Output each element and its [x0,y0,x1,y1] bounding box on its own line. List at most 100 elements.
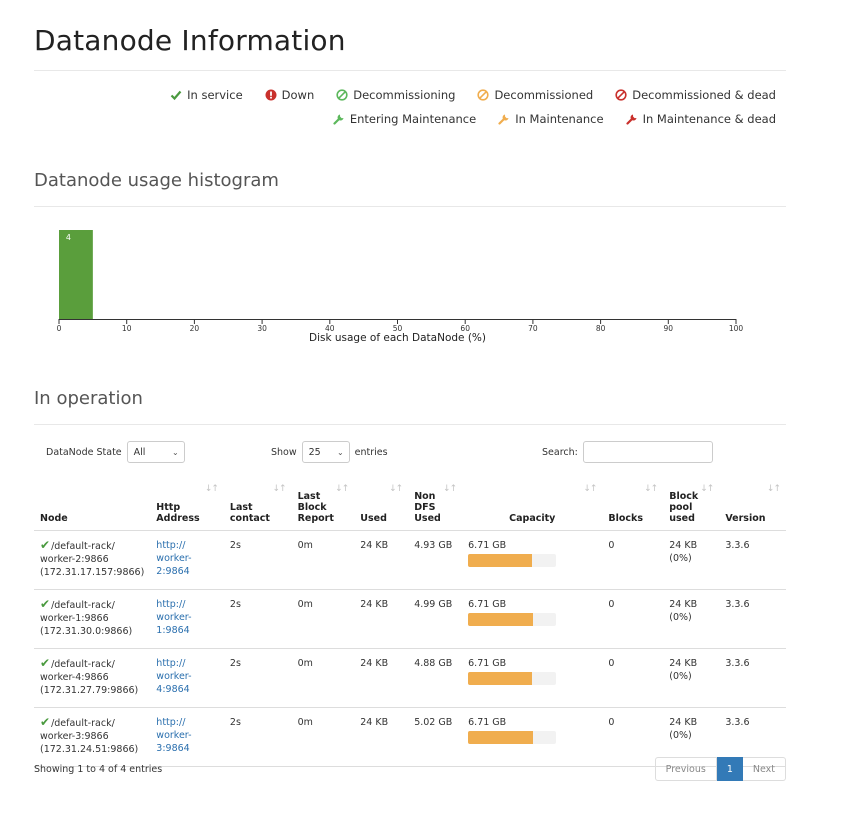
search-input[interactable] [582,441,713,463]
x-tick-label: 70 [528,324,538,333]
search-label: Search: [542,446,578,458]
column-header-node[interactable]: Node [34,478,151,531]
block-pool-used-value: 24 KB [669,540,698,551]
datanode-state-control: DataNode State All ⌄ [46,440,185,464]
x-tick-label: 20 [190,324,200,333]
column-header-non-dfs-used[interactable]: Non DFS Used ↓↑ [408,478,463,531]
node-cell: ✔/default-rack/worker-2:9866 (172.31.17.1… [34,530,151,590]
non-dfs-used-cell: 4.93 GB [408,530,463,590]
page-1-button[interactable]: 1 [716,757,743,781]
node-rack: /default-rack/ [51,541,115,552]
check-icon: ✔ [40,715,51,729]
exclamation-circle-icon [265,89,277,101]
http-host: worker-3:9864 [156,730,192,754]
capacity-bar-fill [468,554,533,567]
pagination: Previous 1 Next [654,757,786,781]
page-length-value: 25 [308,446,321,458]
last-contact-cell: 2s [223,589,292,649]
capacity-cell: 6.71 GB [462,589,603,649]
column-header-block-pool-used[interactable]: Block pool used ↓↑ [663,478,720,531]
column-header-capacity[interactable]: Capacity ↓↑ [462,478,603,531]
x-tick-label: 90 [664,324,674,333]
node-ip: (172.31.24.51:9866) [40,744,139,755]
http-scheme: http:// [156,540,186,551]
node-cell: ✔/default-rack/worker-4:9866 (172.31.27.7… [34,648,151,708]
legend-label: In service [187,88,243,102]
wrench-icon [498,113,510,125]
block-pool-used-pct: (0%) [669,612,692,623]
table-info: Showing 1 to 4 of 4 entries [34,764,163,775]
search-control: Search: [542,440,713,464]
histogram-divider [34,206,786,207]
http-address-link[interactable]: http:// worker-1:9864 [156,599,191,636]
node-host: worker-1:9866 [40,613,109,624]
http-address-cell: http:// worker-4:9864 [150,648,224,708]
capacity-value: 6.71 GB [468,540,507,551]
legend-label: Entering Maintenance [349,112,477,126]
blocks-cell: 0 [602,589,664,649]
last-block-report-cell: 0m [291,707,355,767]
datanode-state-label: DataNode State [46,446,122,458]
page-title: Datanode Information [34,24,346,57]
table-controls: DataNode State All ⌄ Show 25 ⌄ entries S… [34,440,786,466]
table-header-row: Node Http Address ↓↑ Last contact ↓↑ Last Blo… [34,478,786,531]
node-cell: ✔/default-rack/worker-3:9866 (172.31.24.5… [34,707,151,767]
show-label: Show [271,446,297,458]
legend-label: In Maintenance [515,112,604,126]
page-length-control: Show 25 ⌄ entries [271,440,388,464]
column-header-label: Last Block Report [297,491,334,524]
last-contact-cell: 2s [223,530,292,590]
x-axis-label: Disk usage of each DataNode (%) [309,332,486,344]
datanode-state-value: All [133,446,146,458]
block-pool-used-value: 24 KB [669,658,698,669]
column-header-last-block-report[interactable]: Last Block Report ↓↑ [291,478,355,531]
legend-label: Decommissioning [353,88,456,102]
sort-icon: ↓↑ [583,484,597,494]
column-header-label: Http Address [156,502,200,524]
column-header-label: Block pool used [669,491,699,524]
http-address-link[interactable]: http:// worker-4:9864 [156,658,191,695]
legend-label: Decommissioned [494,88,594,102]
check-icon: ✔ [40,656,51,670]
http-address-link[interactable]: http:// worker-3:9864 [156,717,191,754]
datanode-state-select[interactable]: All ⌄ [126,441,185,463]
column-header-label: Capacity [509,513,556,524]
column-header-label: Non DFS Used [414,491,441,524]
page-length-select[interactable]: 25 ⌄ [301,441,350,463]
block-pool-used-cell: 24 KB (0%) [663,648,720,708]
column-header-last-contact[interactable]: Last contact ↓↑ [223,478,292,531]
previous-page-button[interactable]: Previous [654,757,717,781]
http-scheme: http:// [156,658,186,669]
legend-item-down: Down [265,88,314,102]
legend-item-decommissioned: Decommissioned [477,88,593,102]
sort-icon: ↓↑ [766,484,781,494]
legend-item-entering-maintenance: Entering Maintenance [333,112,476,126]
column-header-version[interactable]: Version ↓↑ [719,478,786,531]
http-address-link[interactable]: http:// worker-2:9864 [156,540,191,577]
table-body: ✔/default-rack/worker-2:9866 (172.31.17.1… [34,530,786,767]
x-tick-label: 100 [729,324,744,333]
x-tick-label: 0 [57,324,62,333]
node-cell: ✔/default-rack/worker-1:9866 (172.31.30.0… [34,589,151,649]
capacity-bar-fill [468,672,533,685]
sort-icon: ↓↑ [443,484,457,494]
legend-label: In Maintenance & dead [642,112,776,126]
legend-item-in-maintenance-dead: In Maintenance & dead [625,112,776,126]
http-host: worker-1:9864 [156,612,192,636]
check-icon [170,89,182,101]
block-pool-used-pct: (0%) [669,553,692,564]
node-ip: (172.31.27.79:9866) [40,685,139,696]
column-header-blocks[interactable]: Blocks ↓↑ [602,478,664,531]
last-contact-cell: 2s [223,707,292,767]
table-row: ✔/default-rack/worker-1:9866 (172.31.30.0… [34,589,786,649]
sort-icon: ↓↑ [204,484,219,494]
column-header-label: Used [360,513,387,524]
table-row: ✔/default-rack/worker-4:9866 (172.31.27.7… [34,648,786,708]
column-header-http-address[interactable]: Http Address ↓↑ [150,478,224,531]
next-page-button[interactable]: Next [742,757,786,781]
node-ip: (172.31.30.0:9866) [40,626,133,637]
last-contact-cell: 2s [223,648,292,708]
ban-icon [477,89,490,101]
column-header-label: Node [40,513,68,524]
column-header-used[interactable]: Used ↓↑ [354,478,409,531]
